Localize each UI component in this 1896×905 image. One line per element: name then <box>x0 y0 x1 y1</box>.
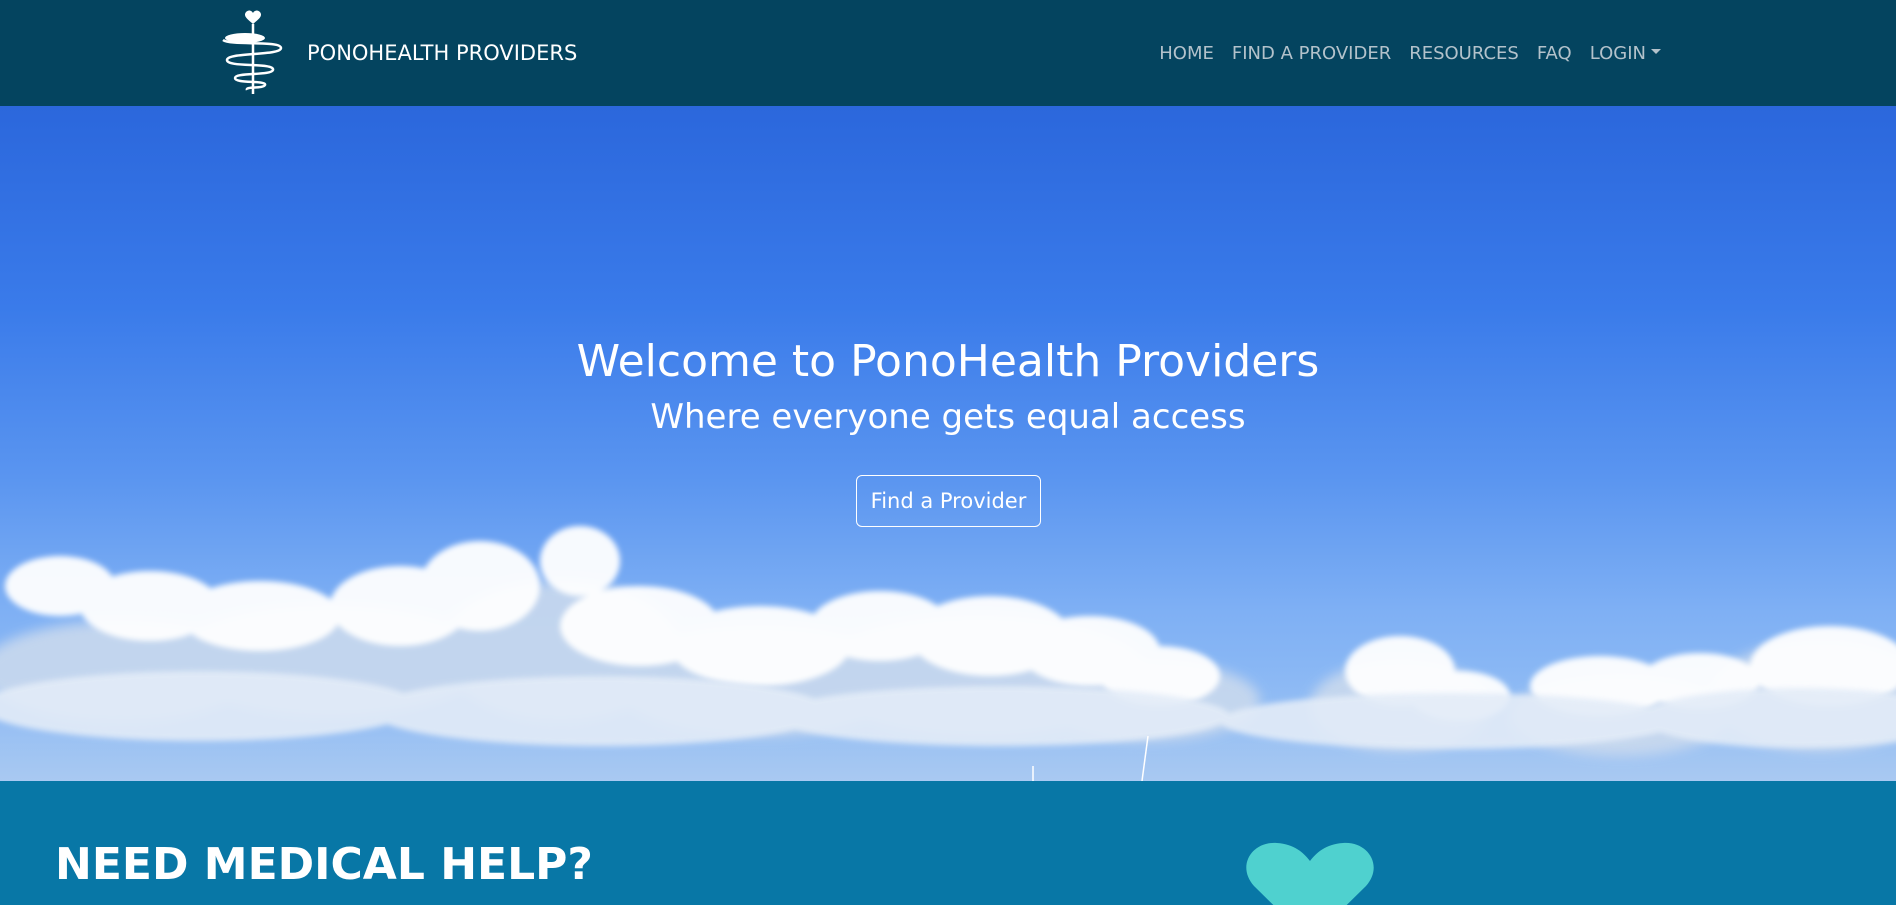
navbar: PONOHEALTH PROVIDERS HOME FIND A PROVIDE… <box>0 0 1896 106</box>
hero-subtitle: Where everyone gets equal access <box>650 397 1246 437</box>
hero-title: Welcome to PonoHealth Providers <box>576 336 1320 387</box>
nav-resources[interactable]: RESOURCES <box>1400 43 1528 64</box>
brand-name: PONOHEALTH PROVIDERS <box>307 41 578 65</box>
nav-login-label: LOGIN <box>1589 42 1646 64</box>
nav-faq[interactable]: FAQ <box>1528 43 1581 64</box>
medical-help-section: NEED MEDICAL HELP? <box>0 781 1896 905</box>
heart-icon <box>1246 842 1374 905</box>
caret-down-icon <box>1651 49 1661 54</box>
nav-login-dropdown[interactable]: LOGIN <box>1581 43 1670 64</box>
sky-clouds-background <box>0 526 1896 781</box>
brand-link[interactable]: PONOHEALTH PROVIDERS <box>221 8 577 98</box>
caduceus-logo-icon <box>222 10 283 94</box>
hero-section: Welcome to PonoHealth Providers Where ev… <box>0 106 1896 781</box>
main-nav: HOME FIND A PROVIDER RESOURCES FAQ LOGIN <box>1150 0 1670 106</box>
nav-find-a-provider[interactable]: FIND A PROVIDER <box>1223 43 1400 64</box>
nav-home[interactable]: HOME <box>1150 43 1223 64</box>
find-a-provider-button[interactable]: Find a Provider <box>856 475 1041 527</box>
help-heading: NEED MEDICAL HELP? <box>55 839 593 890</box>
